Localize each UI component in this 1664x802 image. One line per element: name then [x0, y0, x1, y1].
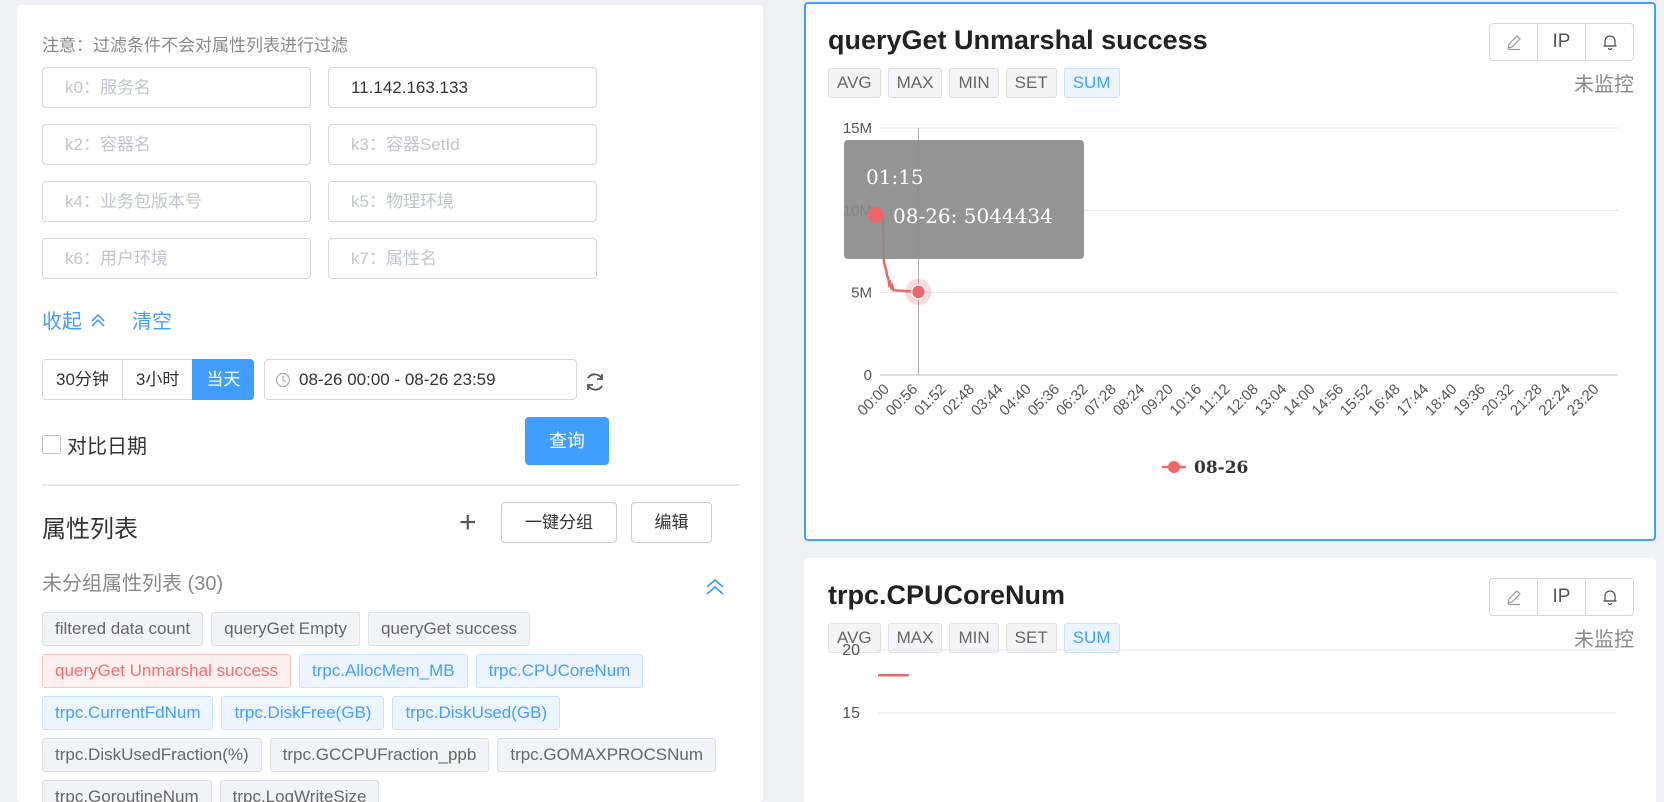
- filter-panel: 注意：过滤条件不会对属性列表进行过滤 k0：服务名 11.142.163.133…: [17, 5, 763, 802]
- add-icon[interactable]: +: [459, 508, 477, 538]
- chart-card-cpucorenum: trpc.CPUCoreNum AVG MAX MIN SET SUM IP 未…: [804, 558, 1656, 802]
- date-range-value: 08-26 00:00 - 08-26 23:59: [299, 369, 496, 389]
- date-range-picker[interactable]: 08-26 00:00 - 08-26 23:59: [264, 359, 577, 400]
- x-tick-label: 16:48: [1365, 381, 1404, 420]
- k7-attr-input[interactable]: k7：属性名: [328, 238, 597, 279]
- clock-icon: [275, 372, 291, 387]
- attribute-tag[interactable]: queryGet Empty: [211, 612, 360, 646]
- attribute-tag[interactable]: trpc.CPUCoreNum: [475, 654, 644, 688]
- y-tick-label: 15M: [843, 120, 872, 137]
- range-3h-button[interactable]: 3小时: [121, 359, 194, 400]
- k2-container-input[interactable]: k2：容器名: [42, 124, 311, 165]
- chart-tooltip: [844, 140, 1084, 259]
- x-tick-label: 03:44: [968, 381, 1007, 420]
- x-tick-label: 22:24: [1535, 381, 1574, 420]
- filter-notice: 注意：过滤条件不会对属性列表进行过滤: [42, 36, 348, 55]
- clear-link[interactable]: 清空: [132, 305, 172, 334]
- y-tick-label: 0: [864, 367, 872, 384]
- attribute-tag[interactable]: trpc.LogWriteSize: [219, 780, 380, 802]
- attribute-tag[interactable]: queryGet Unmarshal success: [42, 654, 291, 688]
- k6-user-env-input[interactable]: k6：用户环境: [42, 238, 311, 279]
- divider: [42, 484, 740, 486]
- attribute-list-title: 属性列表: [42, 516, 138, 543]
- compare-date-label: 对比日期: [67, 436, 147, 458]
- tooltip-series-dot: [868, 207, 884, 223]
- edit-button[interactable]: 编辑: [631, 502, 712, 543]
- x-tick-label: 15:52: [1337, 381, 1376, 420]
- x-tick-label: 14:00: [1280, 381, 1319, 420]
- range-today-button[interactable]: 当天: [192, 359, 255, 400]
- auto-group-button[interactable]: 一键分组: [501, 502, 617, 543]
- x-tick-label: 21:28: [1507, 381, 1546, 420]
- x-tick-label: 19:36: [1450, 381, 1489, 420]
- k3-setid-input[interactable]: k3：容器SetId: [328, 124, 597, 165]
- x-tick-label: 00:56: [883, 381, 922, 420]
- line-chart[interactable]: 1520: [804, 558, 1656, 802]
- attribute-tag[interactable]: trpc.GOMAXPROCSNum: [497, 738, 717, 772]
- attribute-tag[interactable]: trpc.DiskFree(GB): [221, 696, 385, 730]
- time-range-selector: 30分钟 3小时 当天: [42, 359, 255, 400]
- x-tick-label: 20:32: [1479, 381, 1518, 420]
- line-chart[interactable]: 05M10M15M00:0000:5601:5202:4803:4404:400…: [806, 4, 1658, 543]
- attribute-tag[interactable]: queryGet success: [367, 612, 531, 646]
- x-tick-label: 10:16: [1166, 381, 1205, 420]
- attribute-tag-list: filtered data count queryGet Empty queryGe…: [42, 612, 742, 802]
- x-tick-label: 09:20: [1138, 381, 1177, 420]
- attribute-tag[interactable]: trpc.CurrentFdNum: [42, 696, 214, 730]
- x-tick-label: 00:00: [854, 381, 893, 420]
- legend-label: 08-26: [1194, 458, 1248, 478]
- x-tick-label: 18:40: [1422, 381, 1461, 420]
- hover-point: [910, 284, 927, 300]
- chart-card-unmarshal: queryGet Unmarshal success AVG MAX MIN S…: [804, 2, 1656, 541]
- y-tick-label: 5M: [851, 285, 872, 302]
- k5-physical-env-input[interactable]: k5：物理环境: [328, 181, 597, 222]
- compare-date-toggle[interactable]: 对比日期: [42, 430, 147, 459]
- k4-version-input[interactable]: k4：业务包版本号: [42, 181, 311, 222]
- attribute-tag[interactable]: trpc.DiskUsed(GB): [392, 696, 561, 730]
- x-tick-label: 13:04: [1252, 381, 1291, 420]
- x-tick-label: 07:28: [1081, 381, 1120, 420]
- x-tick-label: 23:20: [1564, 381, 1603, 420]
- range-30min-button[interactable]: 30分钟: [42, 359, 123, 400]
- compare-date-checkbox[interactable]: [42, 435, 61, 454]
- collapse-link[interactable]: 收起: [42, 305, 82, 334]
- query-button[interactable]: 查询: [525, 417, 609, 465]
- filter-toggle-row: 收起 清空: [42, 305, 172, 334]
- attribute-tag[interactable]: filtered data count: [42, 612, 204, 646]
- x-tick-label: 12:08: [1223, 381, 1262, 420]
- attribute-tag[interactable]: trpc.GCCPUFraction_ppb: [269, 738, 490, 772]
- tooltip-series-value: 08-26: 5044434: [893, 204, 1053, 228]
- legend-marker: [1168, 461, 1180, 473]
- x-tick-label: 14:56: [1308, 381, 1347, 420]
- ungrouped-list-title: 未分组属性列表 (30): [42, 573, 224, 595]
- x-tick-label: 01:52: [911, 381, 950, 420]
- x-tick-label: 08:24: [1110, 381, 1149, 420]
- y-tick-label: 20: [842, 642, 860, 659]
- attribute-tag[interactable]: trpc.AllocMem_MB: [298, 654, 468, 688]
- x-tick-label: 02:48: [939, 381, 978, 420]
- double-chevron-up-icon[interactable]: [90, 312, 106, 328]
- y-tick-label: 15: [842, 705, 860, 722]
- x-tick-label: 06:32: [1053, 381, 1092, 420]
- refresh-icon[interactable]: [584, 371, 606, 393]
- x-tick-label: 17:44: [1394, 381, 1433, 420]
- double-chevron-up-icon[interactable]: [704, 577, 726, 597]
- k0-service-input[interactable]: k0：服务名: [42, 67, 311, 108]
- x-tick-label: 05:36: [1025, 381, 1064, 420]
- x-tick-label: 04:40: [996, 381, 1035, 420]
- tooltip-time: 01:15: [866, 165, 924, 189]
- k1-ip-input[interactable]: 11.142.163.133: [328, 67, 597, 108]
- attribute-tag[interactable]: trpc.DiskUsedFraction(%): [42, 738, 262, 772]
- attribute-tag[interactable]: trpc.GoroutineNum: [42, 780, 212, 802]
